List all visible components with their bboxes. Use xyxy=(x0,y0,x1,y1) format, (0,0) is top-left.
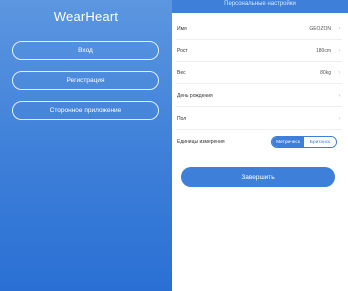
height-row[interactable]: Рост 180cm › xyxy=(176,40,342,62)
height-label: Рост xyxy=(177,47,188,54)
chevron-right-icon: › xyxy=(338,69,341,76)
app-title: WearHeart xyxy=(53,9,119,24)
chevron-right-icon: › xyxy=(338,115,341,122)
login-button[interactable]: Вход xyxy=(12,41,159,60)
finish-button[interactable]: Завершить xyxy=(181,167,335,187)
chevron-right-icon: › xyxy=(338,25,341,32)
gender-row[interactable]: Пол › xyxy=(176,108,342,130)
gender-label: Пол xyxy=(177,115,187,122)
units-toggle: Метрическ Британск xyxy=(271,136,337,148)
settings-panel: Персональные настройки Имя GEOZON › Рост… xyxy=(172,0,348,291)
weight-label: Вес xyxy=(177,69,186,76)
birthday-row[interactable]: День рождения › xyxy=(176,85,342,107)
settings-header: Персональные настройки xyxy=(172,0,348,13)
units-option-metric[interactable]: Метрическ xyxy=(272,137,304,147)
chevron-right-icon: › xyxy=(338,92,341,99)
welcome-panel: WearHeart Вход Регистрация Сторонное при… xyxy=(0,0,172,291)
units-option-imperial[interactable]: Британск xyxy=(304,137,336,147)
chevron-right-icon: › xyxy=(338,47,341,54)
units-row: Единицы измерения Метрическ Британск xyxy=(176,131,342,153)
name-label: Имя xyxy=(177,25,187,32)
weight-value: 80kg xyxy=(320,69,331,76)
name-value: GEOZON xyxy=(309,25,331,32)
name-row[interactable]: Имя GEOZON › xyxy=(176,18,342,40)
register-button[interactable]: Регистрация xyxy=(12,71,159,90)
height-value: 180cm xyxy=(315,47,331,54)
birthday-label: День рождения xyxy=(177,92,213,99)
weight-row[interactable]: Вес 80kg › xyxy=(176,62,342,84)
third-party-app-button[interactable]: Сторонное приложение xyxy=(12,101,159,120)
